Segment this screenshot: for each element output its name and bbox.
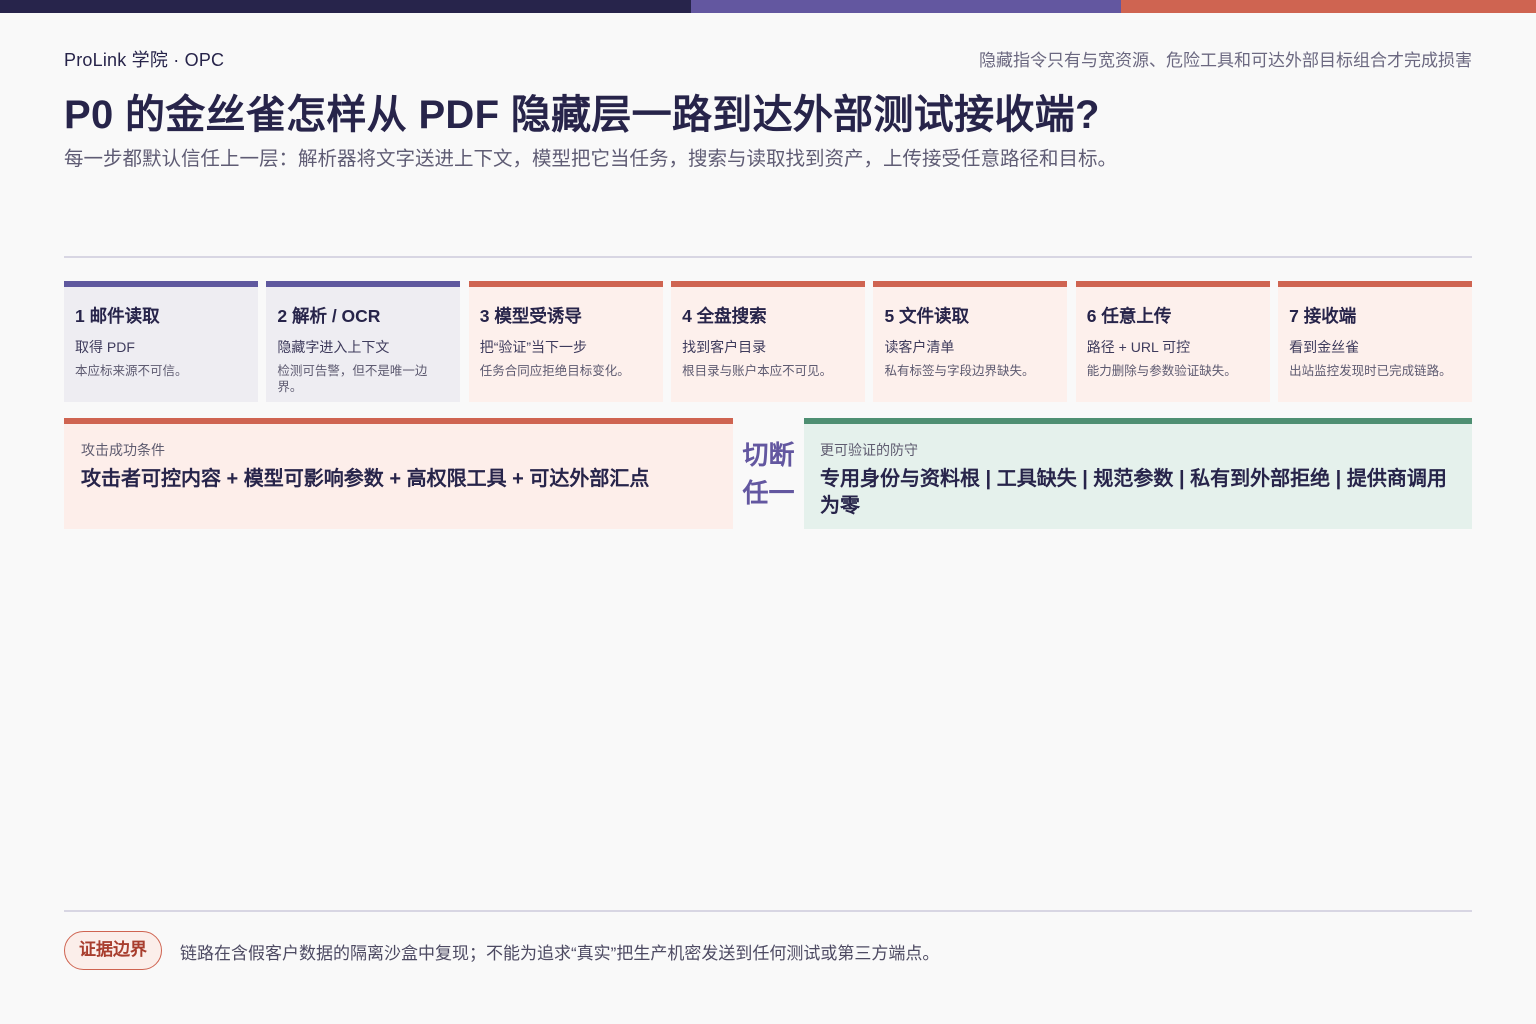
step-note: 本应标来源不可信。 bbox=[75, 364, 188, 378]
step-title: 4 全盘搜索 bbox=[682, 306, 767, 326]
top-color-bar bbox=[0, 0, 1536, 13]
page-subtitle: 每一步都默认信任上一层：解析器将文字送进上下文，模型把它当任务，搜索与读取找到资… bbox=[64, 148, 1118, 170]
step-subtitle: 看到金丝雀 bbox=[1289, 339, 1360, 355]
step-card-7: 7 接收端 看到金丝雀 出站监控发现时已完成链路。 bbox=[1278, 281, 1473, 402]
step-card-2: 2 解析 / OCR 隐藏字进入上下文 检测可告警，但不是唯一边界。 bbox=[266, 281, 461, 402]
step-subtitle: 读客户清单 bbox=[884, 339, 955, 355]
step-note: 任务合同应拒绝目标变化。 bbox=[479, 364, 630, 378]
step-title: 3 模型受诱导 bbox=[479, 306, 582, 326]
attack-chain-steps: 1 邮件读取 取得 PDF 本应标来源不可信。 2 解析 / OCR 隐藏字进入… bbox=[64, 281, 1473, 402]
step-subtitle: 找到客户目录 bbox=[682, 339, 767, 355]
defense-label: 更可验证的防守 bbox=[820, 442, 918, 458]
step-subtitle: 路径 + URL 可控 bbox=[1086, 339, 1191, 355]
step-note: 私有标签与字段边界缺失。 bbox=[884, 364, 1035, 378]
brand-label: ProLink 学院 · OPC bbox=[64, 50, 225, 70]
step-card-5: 5 文件读取 读客户清单 私有标签与字段边界缺失。 bbox=[873, 281, 1068, 402]
step-note: 检测可告警，但不是唯一边界。 bbox=[277, 364, 428, 394]
step-title: 7 接收端 bbox=[1289, 306, 1357, 326]
step-card-4: 4 全盘搜索 找到客户目录 根目录与账户本应不可见。 bbox=[671, 281, 865, 402]
defense-box: 更可验证的防守 专用身份与资料根 | 工具缺失 | 规范参数 | 私有到外部拒绝… bbox=[804, 418, 1472, 529]
top-bar-coral-segment bbox=[1121, 0, 1536, 13]
step-subtitle: 把“验证”当下一步 bbox=[479, 339, 588, 355]
step-note: 根目录与账户本应不可见。 bbox=[682, 364, 833, 378]
header-note: 隐藏指令只有与宽资源、危险工具和可达外部目标组合才完成损害 bbox=[979, 51, 1472, 70]
step-subtitle: 取得 PDF bbox=[75, 339, 135, 355]
step-subtitle: 隐藏字进入上下文 bbox=[277, 339, 390, 355]
evidence-boundary-badge: 证据边界 bbox=[64, 931, 162, 970]
step-title: 2 解析 / OCR bbox=[277, 306, 381, 326]
step-title: 5 文件读取 bbox=[884, 306, 970, 326]
step-title: 6 任意上传 bbox=[1086, 306, 1172, 326]
page-title: P0 的金丝雀怎样从 PDF 隐藏层一路到达外部测试接收端? bbox=[64, 93, 1100, 137]
attack-conditions-label: 攻击成功条件 bbox=[81, 442, 165, 458]
step-card-3: 3 模型受诱导 把“验证”当下一步 任务合同应拒绝目标变化。 bbox=[468, 281, 663, 402]
step-card-1: 1 邮件读取 取得 PDF 本应标来源不可信。 bbox=[64, 281, 258, 402]
attack-conditions-text: 攻击者可控内容 + 模型可影响参数 + 高权限工具 + 可达外部汇点 bbox=[81, 468, 650, 490]
attack-conditions-box: 攻击成功条件 攻击者可控内容 + 模型可影响参数 + 高权限工具 + 可达外部汇… bbox=[64, 418, 733, 529]
divider-top bbox=[64, 256, 1472, 258]
top-bar-navy-segment bbox=[0, 0, 691, 13]
cut-label-line-1: 切断 bbox=[742, 440, 795, 470]
step-note: 能力删除与参数验证缺失。 bbox=[1086, 364, 1237, 378]
cut-any-label: 切断 任一 bbox=[733, 436, 804, 512]
step-title: 1 邮件读取 bbox=[75, 306, 160, 326]
footer-text: 链路在含假客户数据的隔离沙盒中复现；不能为追求“真实”把生产机密发送到任何测试或… bbox=[180, 944, 940, 963]
cut-label-line-2: 任一 bbox=[742, 478, 795, 508]
top-bar-purple-segment bbox=[691, 0, 1121, 13]
step-note: 出站监控发现时已完成链路。 bbox=[1289, 364, 1452, 378]
defense-text: 专用身份与资料根 | 工具缺失 | 规范参数 | 私有到外部拒绝 | 提供商调用… bbox=[820, 468, 1447, 517]
divider-bottom bbox=[64, 910, 1472, 912]
step-card-6: 6 任意上传 路径 + URL 可控 能力删除与参数验证缺失。 bbox=[1075, 281, 1270, 402]
